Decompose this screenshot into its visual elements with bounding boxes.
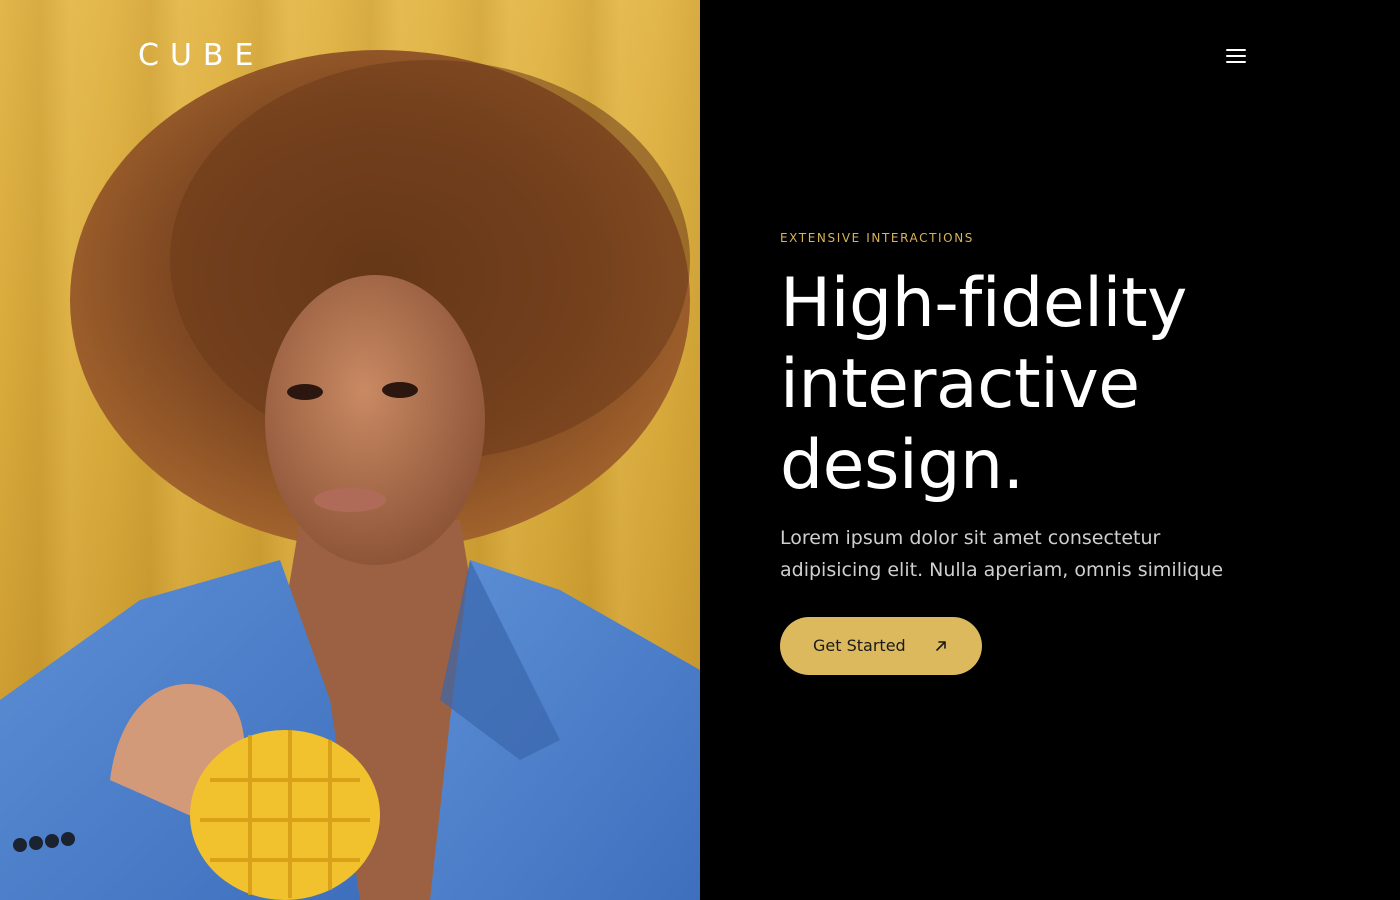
headline-line: design. (780, 426, 1024, 505)
hero-headline: High-fidelity interactive design. (780, 263, 1340, 506)
menu-bar (1226, 55, 1246, 57)
hamburger-menu-icon[interactable] (1224, 45, 1248, 65)
brand-logo[interactable]: CUBE (138, 38, 264, 73)
get-started-button[interactable]: Get Started (780, 617, 982, 675)
get-started-label: Get Started (813, 636, 906, 655)
headline-line: High-fidelity (780, 264, 1187, 343)
landing-page: CUBE EXTENSIVE INTERACTIONS High-fidelit… (0, 0, 1400, 900)
portrait-illustration (0, 50, 700, 900)
description-line: Lorem ipsum dolor sit amet consectetur (780, 527, 1161, 549)
hero-photo: CUBE (0, 0, 700, 900)
arrow-up-right-icon (936, 641, 946, 651)
hero-description: Lorem ipsum dolor sit amet consectetur a… (780, 522, 1260, 586)
headline-line: interactive (780, 345, 1140, 424)
description-line: adipisicing elit. Nulla aperiam, omnis s… (780, 559, 1224, 581)
menu-bar (1226, 61, 1246, 63)
hero-content: EXTENSIVE INTERACTIONS High-fidelity int… (700, 0, 1400, 900)
eyebrow-label: EXTENSIVE INTERACTIONS (780, 231, 975, 245)
menu-bar (1226, 49, 1246, 51)
